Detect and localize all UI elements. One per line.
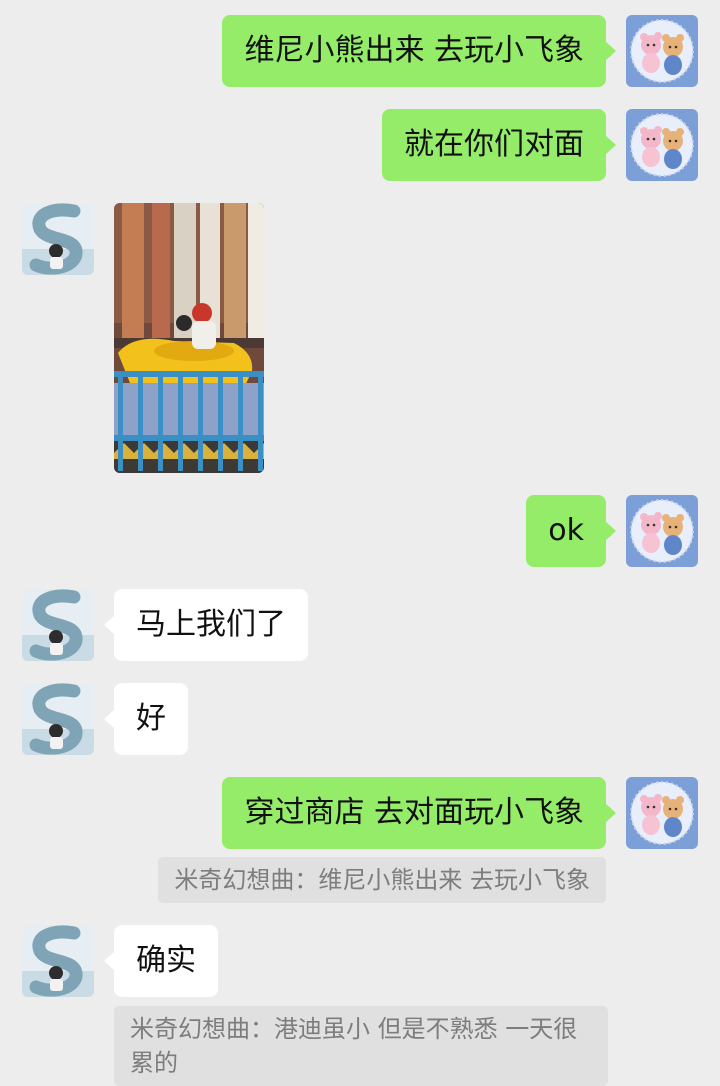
- chat-message-list[interactable]: 维尼小熊出来 去玩小飞象 就在你们对面 ok 马上我们了 好 穿过商店 去对面玩…: [0, 0, 720, 1086]
- message-text: 就在你们对面: [404, 127, 584, 162]
- seaside-s-letter-avatar-icon: [22, 925, 94, 997]
- contact-avatar[interactable]: [22, 683, 94, 755]
- quoted-message[interactable]: 米奇幻想曲：维尼小熊出来 去玩小飞象: [158, 857, 606, 903]
- quoted-message-text: 米奇幻想曲：港迪虽小 但是不熟悉 一天很累的: [130, 1015, 578, 1077]
- seaside-s-letter-avatar-icon: [22, 683, 94, 755]
- seaside-s-letter-avatar-icon: [22, 203, 94, 275]
- cartoon-bears-avatar-icon: [626, 15, 698, 87]
- outgoing-message-bubble[interactable]: ok: [526, 495, 616, 567]
- message-text: 好: [136, 701, 166, 736]
- self-avatar[interactable]: [626, 15, 698, 87]
- incoming-message-bubble[interactable]: 好: [104, 683, 188, 755]
- photo-message[interactable]: [114, 203, 264, 473]
- cartoon-bears-avatar-icon: [626, 109, 698, 181]
- self-avatar[interactable]: [626, 495, 698, 567]
- cartoon-bears-avatar-icon: [626, 777, 698, 849]
- outgoing-message-bubble[interactable]: 穿过商店 去对面玩小飞象: [222, 777, 616, 849]
- outgoing-message-bubble[interactable]: 维尼小熊出来 去玩小飞象: [222, 15, 616, 87]
- contact-avatar[interactable]: [22, 203, 94, 275]
- contact-avatar[interactable]: [22, 589, 94, 661]
- message-text: 马上我们了: [136, 607, 286, 642]
- message-text: 穿过商店 去对面玩小飞象: [244, 795, 584, 830]
- outgoing-message-bubble[interactable]: 就在你们对面: [382, 109, 616, 181]
- photo-amusement-ride: [114, 203, 264, 473]
- self-avatar[interactable]: [626, 777, 698, 849]
- message-text: 维尼小熊出来 去玩小飞象: [244, 33, 584, 68]
- contact-avatar[interactable]: [22, 925, 94, 997]
- cartoon-bears-avatar-icon: [626, 495, 698, 567]
- quoted-message[interactable]: 米奇幻想曲：港迪虽小 但是不熟悉 一天很累的: [114, 1006, 608, 1086]
- self-avatar[interactable]: [626, 109, 698, 181]
- incoming-message-bubble[interactable]: 马上我们了: [104, 589, 308, 661]
- incoming-message-bubble[interactable]: 确实: [104, 925, 218, 997]
- message-text: ok: [548, 513, 584, 548]
- seaside-s-letter-avatar-icon: [22, 589, 94, 661]
- message-text: 确实: [136, 943, 196, 978]
- quoted-message-text: 米奇幻想曲：维尼小熊出来 去玩小飞象: [174, 866, 590, 894]
